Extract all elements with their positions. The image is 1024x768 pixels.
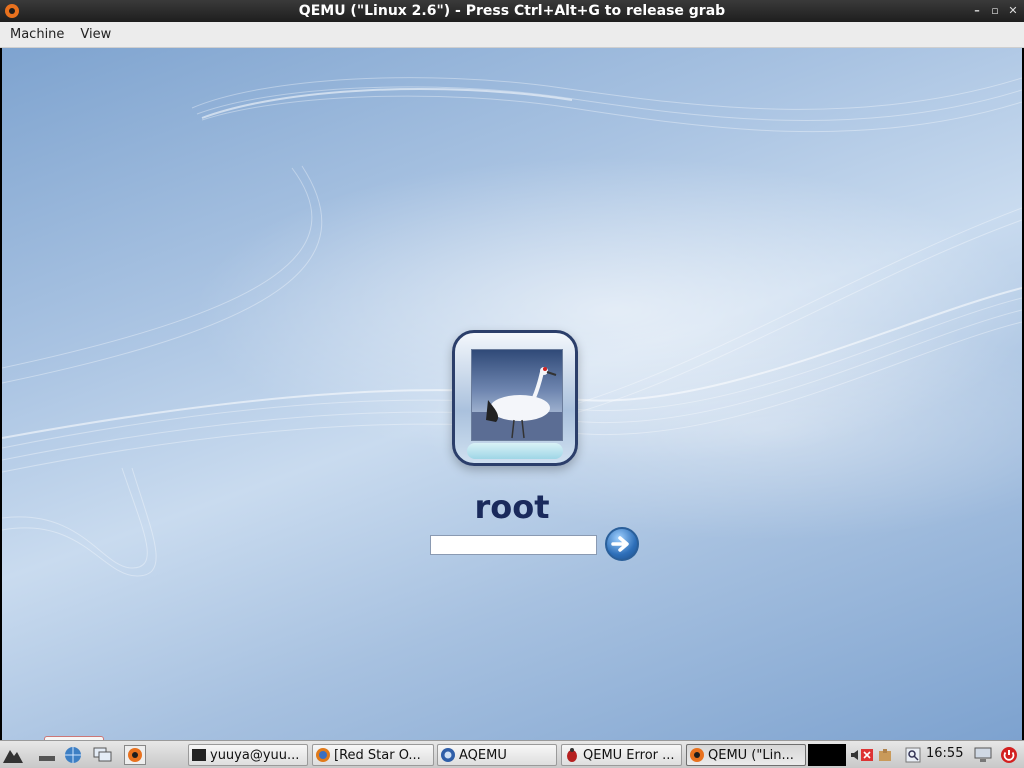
taskbar: yuuya@yuu... [Red Star O... AQEMU QEMU E… xyxy=(0,740,1024,768)
minimize-button[interactable]: – xyxy=(970,3,984,19)
crane-image xyxy=(472,367,562,440)
login-submit-button[interactable] xyxy=(605,527,639,561)
task-label: QEMU Error ... xyxy=(583,747,675,763)
system-monitor xyxy=(808,744,846,766)
terminal-icon xyxy=(192,749,206,761)
task-qemu-error[interactable]: QEMU Error ... xyxy=(561,744,682,766)
bug-icon xyxy=(567,748,577,762)
user-avatar-frame xyxy=(452,330,578,466)
package-icon[interactable] xyxy=(874,745,896,765)
qemu-icon xyxy=(690,748,704,762)
maximize-button[interactable]: ▫ xyxy=(988,3,1002,19)
user-avatar[interactable] xyxy=(471,349,563,441)
task-label: AQEMU xyxy=(459,747,507,763)
power-icon[interactable] xyxy=(998,745,1020,765)
menubar: Machine View xyxy=(0,22,1024,48)
menu-view[interactable]: View xyxy=(72,22,119,48)
window-titlebar[interactable]: QEMU ("Linux 2.6") - Press Ctrl+Alt+G to… xyxy=(0,0,1024,22)
task-label: QEMU ("Lin... xyxy=(708,747,794,763)
task-label: [Red Star O... xyxy=(334,747,421,763)
task-terminal[interactable]: yuuya@yuu... xyxy=(188,744,308,766)
browser-icon xyxy=(316,748,330,762)
qemu-launcher-icon[interactable] xyxy=(124,745,146,765)
display-icon[interactable] xyxy=(972,745,994,765)
task-browser[interactable]: [Red Star O... xyxy=(312,744,434,766)
close-button[interactable]: ✕ xyxy=(1006,3,1020,19)
menu-machine[interactable]: Machine xyxy=(2,22,72,48)
window-controls: – ▫ ✕ xyxy=(970,3,1020,19)
show-desktop-icon[interactable] xyxy=(36,745,58,765)
task-label: yuuya@yuu... xyxy=(210,747,300,763)
password-input[interactable] xyxy=(430,535,597,555)
task-qemu[interactable]: QEMU ("Lin... xyxy=(686,744,806,766)
login-username: root xyxy=(474,488,550,526)
search-icon[interactable] xyxy=(902,745,924,765)
window-title: QEMU ("Linux 2.6") - Press Ctrl+Alt+G to… xyxy=(298,3,726,19)
globe-icon[interactable] xyxy=(62,745,84,765)
avatar-glow xyxy=(467,443,563,459)
qemu-icon xyxy=(5,4,19,18)
aqemu-icon xyxy=(441,748,455,762)
arrow-right-icon xyxy=(611,536,629,552)
start-menu-icon[interactable] xyxy=(2,745,24,765)
task-aqemu[interactable]: AQEMU xyxy=(437,744,557,766)
clock[interactable]: 16:55 xyxy=(926,746,963,761)
guest-screen[interactable]: root xyxy=(2,48,1022,740)
windows-icon[interactable] xyxy=(92,745,114,765)
